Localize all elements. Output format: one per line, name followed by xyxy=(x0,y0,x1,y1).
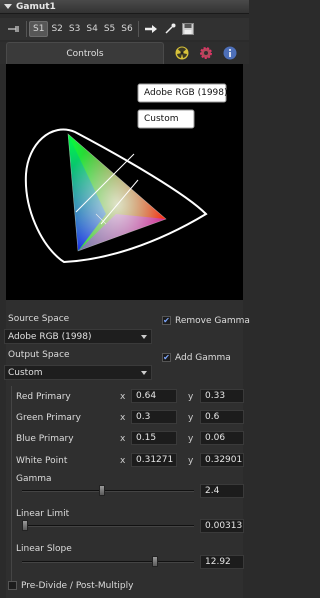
source-space-label: Source Space xyxy=(8,314,70,324)
x-axis-label: x xyxy=(120,392,126,402)
version-bar: S1 S2 S3 S4 S5 S6 xyxy=(0,18,249,40)
gamma-slider-track[interactable] xyxy=(22,490,194,492)
indent-rule xyxy=(11,386,12,586)
version-s3-button[interactable]: S3 xyxy=(66,21,83,37)
output-gamut-label: Custom xyxy=(144,114,179,124)
output-space-dropdown[interactable]: Custom xyxy=(4,365,152,380)
gamut-view[interactable]: Adobe RGB (1998) Custom xyxy=(6,64,243,300)
source-space-dropdown[interactable]: Adobe RGB (1998) xyxy=(4,329,152,344)
output-space-value: Custom xyxy=(8,367,43,378)
output-space-label: Output Space xyxy=(8,350,70,360)
remove-gamma-label: Remove Gamma xyxy=(175,316,250,326)
x-axis-label: x xyxy=(120,413,126,423)
linear-slope-slider-track[interactable] xyxy=(22,561,194,563)
pre-divide-label: Pre-Divide / Post-Multiply xyxy=(21,581,134,591)
version-s4-button[interactable]: S4 xyxy=(83,21,100,37)
gamma-slider-thumb[interactable] xyxy=(99,485,105,496)
linear-limit-slider-thumb[interactable] xyxy=(22,520,28,531)
chevron-down-icon xyxy=(141,371,147,375)
collapse-triangle-icon[interactable] xyxy=(4,4,12,9)
tool-title: Gamut1 xyxy=(16,1,56,12)
add-gamma-checkbox[interactable]: ✔ xyxy=(162,353,171,362)
blue-primary-y-field[interactable]: 0.06 xyxy=(200,431,244,445)
white-point-y-field[interactable]: 0.32901 xyxy=(200,453,244,467)
red-primary-y-field[interactable]: 0.33 xyxy=(200,389,244,403)
linear-slope-slider-thumb[interactable] xyxy=(152,556,158,567)
white-point-x-field[interactable]: 0.31271 xyxy=(131,453,177,467)
green-primary-y-field[interactable]: 0.6 xyxy=(200,410,244,424)
eyedropper-icon[interactable] xyxy=(161,21,179,37)
version-s2-button[interactable]: S2 xyxy=(48,21,65,37)
chromaticity-diagram xyxy=(24,83,227,264)
version-separator xyxy=(26,21,27,37)
version-separator xyxy=(137,21,139,37)
green-primary-label: Green Primary xyxy=(16,413,81,423)
x-axis-label: x xyxy=(120,456,126,466)
info-icon[interactable] xyxy=(222,45,238,61)
gamma-value-field[interactable]: 2.4 xyxy=(200,484,244,498)
source-gamut-label: Adobe RGB (1998) xyxy=(144,88,228,98)
linear-limit-slider-track[interactable] xyxy=(22,525,194,527)
blue-primary-label: Blue Primary xyxy=(16,434,74,444)
chevron-down-icon xyxy=(141,335,147,339)
tab-controls-label: Controls xyxy=(66,48,104,59)
green-primary-x-field[interactable]: 0.3 xyxy=(131,410,177,424)
remove-gamma-checkbox[interactable]: ✔ xyxy=(162,316,171,325)
version-s6-button[interactable]: S6 xyxy=(118,21,135,37)
linear-slope-value-field[interactable]: 12.92 xyxy=(200,555,244,569)
linear-slope-label: Linear Slope xyxy=(16,544,72,554)
gear-icon[interactable] xyxy=(198,45,214,61)
pre-divide-checkbox[interactable] xyxy=(8,581,17,590)
white-point-label: White Point xyxy=(16,456,68,466)
red-primary-x-field[interactable]: 0.64 xyxy=(131,389,177,403)
gamma-label: Gamma xyxy=(16,474,52,484)
tab-controls[interactable]: Controls xyxy=(6,42,164,64)
add-gamma-label: Add Gamma xyxy=(175,353,231,363)
radioactive-icon[interactable] xyxy=(174,45,190,61)
tabs-bar: Controls xyxy=(0,42,249,64)
x-axis-label: x xyxy=(120,434,126,444)
linear-limit-value-field[interactable]: 0.00313 xyxy=(200,519,244,533)
y-axis-label: y xyxy=(188,413,194,423)
linear-limit-label: Linear Limit xyxy=(16,509,70,519)
y-axis-label: y xyxy=(188,392,194,402)
source-space-value: Adobe RGB (1998) xyxy=(8,331,92,342)
save-icon[interactable] xyxy=(179,21,197,37)
y-axis-label: y xyxy=(188,434,194,444)
y-axis-label: y xyxy=(188,456,194,466)
tool-title-bar[interactable]: Gamut1 xyxy=(0,0,249,14)
blue-primary-x-field[interactable]: 0.15 xyxy=(131,431,177,445)
red-primary-label: Red Primary xyxy=(16,392,71,402)
version-s5-button[interactable]: S5 xyxy=(101,21,118,37)
arrow-right-icon[interactable] xyxy=(141,21,161,37)
pin-icon[interactable] xyxy=(4,21,24,37)
version-s1-button[interactable]: S1 xyxy=(29,21,49,37)
